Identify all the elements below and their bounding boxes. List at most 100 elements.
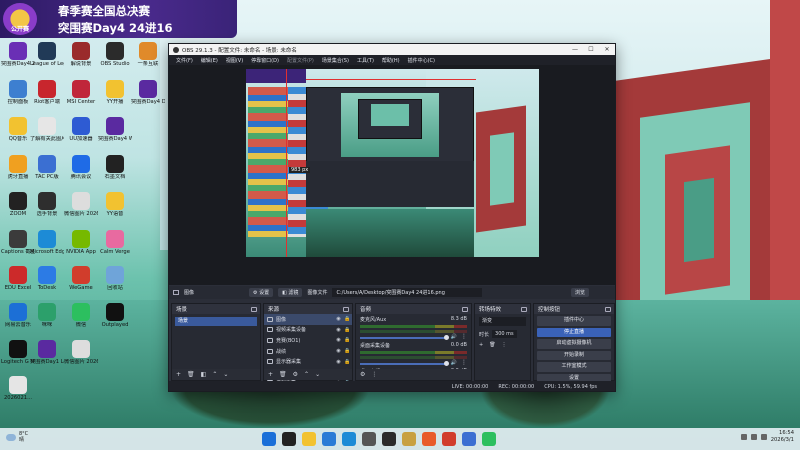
taskbar-app-icon[interactable] xyxy=(262,432,276,446)
clock[interactable]: 16:54 2026/3/1 xyxy=(771,430,794,444)
lock-icon[interactable]: 🔒 xyxy=(344,316,350,322)
mute-speaker-icon[interactable]: 🔊 xyxy=(451,334,457,340)
desktop-icon[interactable]: OBS Studio xyxy=(98,42,132,67)
desktop-icon[interactable]: 石墨文档 xyxy=(98,155,132,180)
transition-select[interactable]: 渐变 xyxy=(479,317,526,326)
taskbar-app-icon[interactable] xyxy=(382,432,396,446)
menu-tools[interactable]: 工具(T) xyxy=(353,57,378,64)
move-up-icon[interactable]: ⌃ xyxy=(304,371,309,378)
menu-docks[interactable]: 停靠窗口(D) xyxy=(247,57,283,64)
remove-source-icon[interactable]: 🗑 xyxy=(279,371,287,378)
source-item[interactable]: 视频采集设备 ◉ 🔒 xyxy=(264,325,352,336)
taskbar-app-icon[interactable] xyxy=(462,432,476,446)
source-item[interactable]: 显示器采集 ◉ 🔒 xyxy=(264,356,352,367)
tray-chevron-icon[interactable] xyxy=(740,434,747,440)
lock-icon[interactable]: 🔒 xyxy=(344,327,350,333)
taskbar-app-icon[interactable] xyxy=(362,432,376,446)
desktop-icon[interactable]: Riot客户端 xyxy=(30,80,64,105)
source-item[interactable]: 图像 ◉ 🔒 xyxy=(264,314,352,325)
taskbar-app-icon[interactable] xyxy=(342,432,356,446)
desktop-icon[interactable]: 微信 xyxy=(64,303,98,328)
visibility-eye-icon[interactable]: ◉ xyxy=(336,327,341,333)
desktop-icon[interactable]: ToDesk xyxy=(30,266,64,291)
volume-slider-handle[interactable] xyxy=(443,361,449,366)
preview-area[interactable]: 983 px xyxy=(169,65,615,285)
desktop-icon[interactable]: NVIDIA App xyxy=(64,230,98,255)
channel-menu-icon[interactable]: ⋮ xyxy=(461,359,467,366)
desktop-icon[interactable]: YY开播 xyxy=(98,80,132,105)
control-button[interactable]: 工作室模式 xyxy=(537,362,611,372)
scene-item[interactable]: 场景 xyxy=(175,317,257,326)
mixer-menu-icon[interactable]: ⋮ xyxy=(371,371,377,378)
control-button[interactable]: 开始录制 xyxy=(537,350,611,360)
desktop-icon[interactable]: 了解有关此图片的信息 xyxy=(30,117,64,142)
desktop-icon[interactable]: MSI Center xyxy=(64,80,98,105)
undock-icon[interactable] xyxy=(605,306,611,312)
taskbar-app-icon[interactable] xyxy=(442,432,456,446)
mute-speaker-icon[interactable]: 🔊 xyxy=(451,360,457,366)
close-icon[interactable]: ✕ xyxy=(599,46,615,53)
maximize-icon[interactable]: ☐ xyxy=(583,46,599,53)
control-button[interactable]: 插件中心 xyxy=(537,316,611,326)
preview-canvas[interactable]: 983 px xyxy=(246,69,539,257)
move-down-icon[interactable]: ⌄ xyxy=(315,371,320,378)
undock-icon[interactable] xyxy=(343,306,349,312)
control-button[interactable]: 启动虚拟摄像机 xyxy=(537,339,611,349)
source-filters-button[interactable]: ◧ 滤镜 xyxy=(278,288,303,297)
menu-plugin-center[interactable]: 插件中心(C) xyxy=(404,57,439,64)
volume-slider[interactable] xyxy=(360,335,449,340)
transition-menu-icon[interactable]: ⋮ xyxy=(502,342,507,348)
add-source-icon[interactable]: + xyxy=(268,371,273,378)
visibility-eye-icon[interactable]: ◉ xyxy=(336,337,341,343)
source-settings-button[interactable]: ⚙ 设置 xyxy=(249,288,274,297)
desktop-icon[interactable]: 微信图片 2026012... xyxy=(64,192,98,217)
desktop-icon[interactable]: Microsoft Edge xyxy=(30,230,64,255)
obs-titlebar[interactable]: OBS 29.1.3 - 配置文件: 未命名 - 场景: 未命名 — ☐ ✕ xyxy=(169,44,615,55)
desktop-icon[interactable]: 微信图片 2026021... xyxy=(64,340,98,365)
desktop-icon[interactable]: YY语音 xyxy=(98,192,132,217)
taskbar-app-icon[interactable] xyxy=(482,432,496,446)
menu-view[interactable]: 视图(V) xyxy=(222,57,247,64)
taskbar-app-icon[interactable] xyxy=(322,432,336,446)
desktop-icon[interactable]: WeGame xyxy=(64,266,98,291)
desktop-icon[interactable]: TAC PC版 xyxy=(30,155,64,180)
desktop-icon[interactable]: Calm Verge xyxy=(98,230,132,255)
lock-icon[interactable]: 🔒 xyxy=(344,348,350,354)
visibility-eye-icon[interactable]: ◉ xyxy=(336,348,341,354)
desktop-icon[interactable]: 突围赛Day4 Wei24赛程 xyxy=(98,117,132,142)
source-properties-icon[interactable]: ⚙ xyxy=(293,371,298,378)
lock-icon[interactable]: 🔒 xyxy=(344,359,350,365)
remove-transition-icon[interactable]: 🗑 xyxy=(489,342,495,348)
source-item[interactable]: 战绩 ◉ 🔒 xyxy=(264,346,352,357)
control-button[interactable]: 停止直播 xyxy=(537,327,611,337)
desktop-icon[interactable]: 解说背景 xyxy=(64,42,98,67)
weather-widget[interactable]: 8°C 晴 xyxy=(6,431,28,443)
menu-help[interactable]: 帮助(H) xyxy=(378,57,404,64)
taskbar-app-icon[interactable] xyxy=(402,432,416,446)
channel-menu-icon[interactable]: ⋮ xyxy=(461,333,467,340)
desktop-icon[interactable]: 腾讯会议 xyxy=(64,155,98,180)
move-down-icon[interactable]: ⌄ xyxy=(223,371,228,378)
undock-icon[interactable] xyxy=(251,306,257,312)
advanced-audio-icon[interactable]: ⚙ xyxy=(360,371,365,378)
menu-scene-collection[interactable]: 场景集合(S) xyxy=(318,57,353,64)
desktop-icon[interactable]: 回收站 xyxy=(98,266,132,291)
add-transition-icon[interactable]: + xyxy=(479,342,483,348)
desktop-icon[interactable]: League of Legends xyxy=(30,42,64,67)
desktop-icon[interactable]: 一条互联 xyxy=(131,42,165,67)
taskbar-app-icon[interactable] xyxy=(422,432,436,446)
desktop-icon[interactable]: Outplayed xyxy=(98,303,132,328)
undock-icon[interactable] xyxy=(521,306,527,312)
undock-icon[interactable] xyxy=(462,306,468,312)
source-item[interactable]: 竞赛(BO1) ◉ 🔒 xyxy=(264,335,352,346)
menu-edit[interactable]: 编辑(E) xyxy=(197,57,222,64)
visibility-eye-icon[interactable]: ◉ xyxy=(336,316,341,322)
desktop-icon[interactable]: 选手背景 xyxy=(30,192,64,217)
scene-filters-icon[interactable]: ◧ xyxy=(201,371,207,378)
taskbar-app-icon[interactable] xyxy=(282,432,296,446)
volume-icon[interactable] xyxy=(760,434,767,440)
volume-slider-handle[interactable] xyxy=(443,335,449,340)
desktop-icon[interactable]: 突围赛Day4 Day4赛程 xyxy=(131,80,165,105)
remove-scene-icon[interactable]: 🗑 xyxy=(187,371,195,378)
lock-icon[interactable]: 🔒 xyxy=(344,337,350,343)
